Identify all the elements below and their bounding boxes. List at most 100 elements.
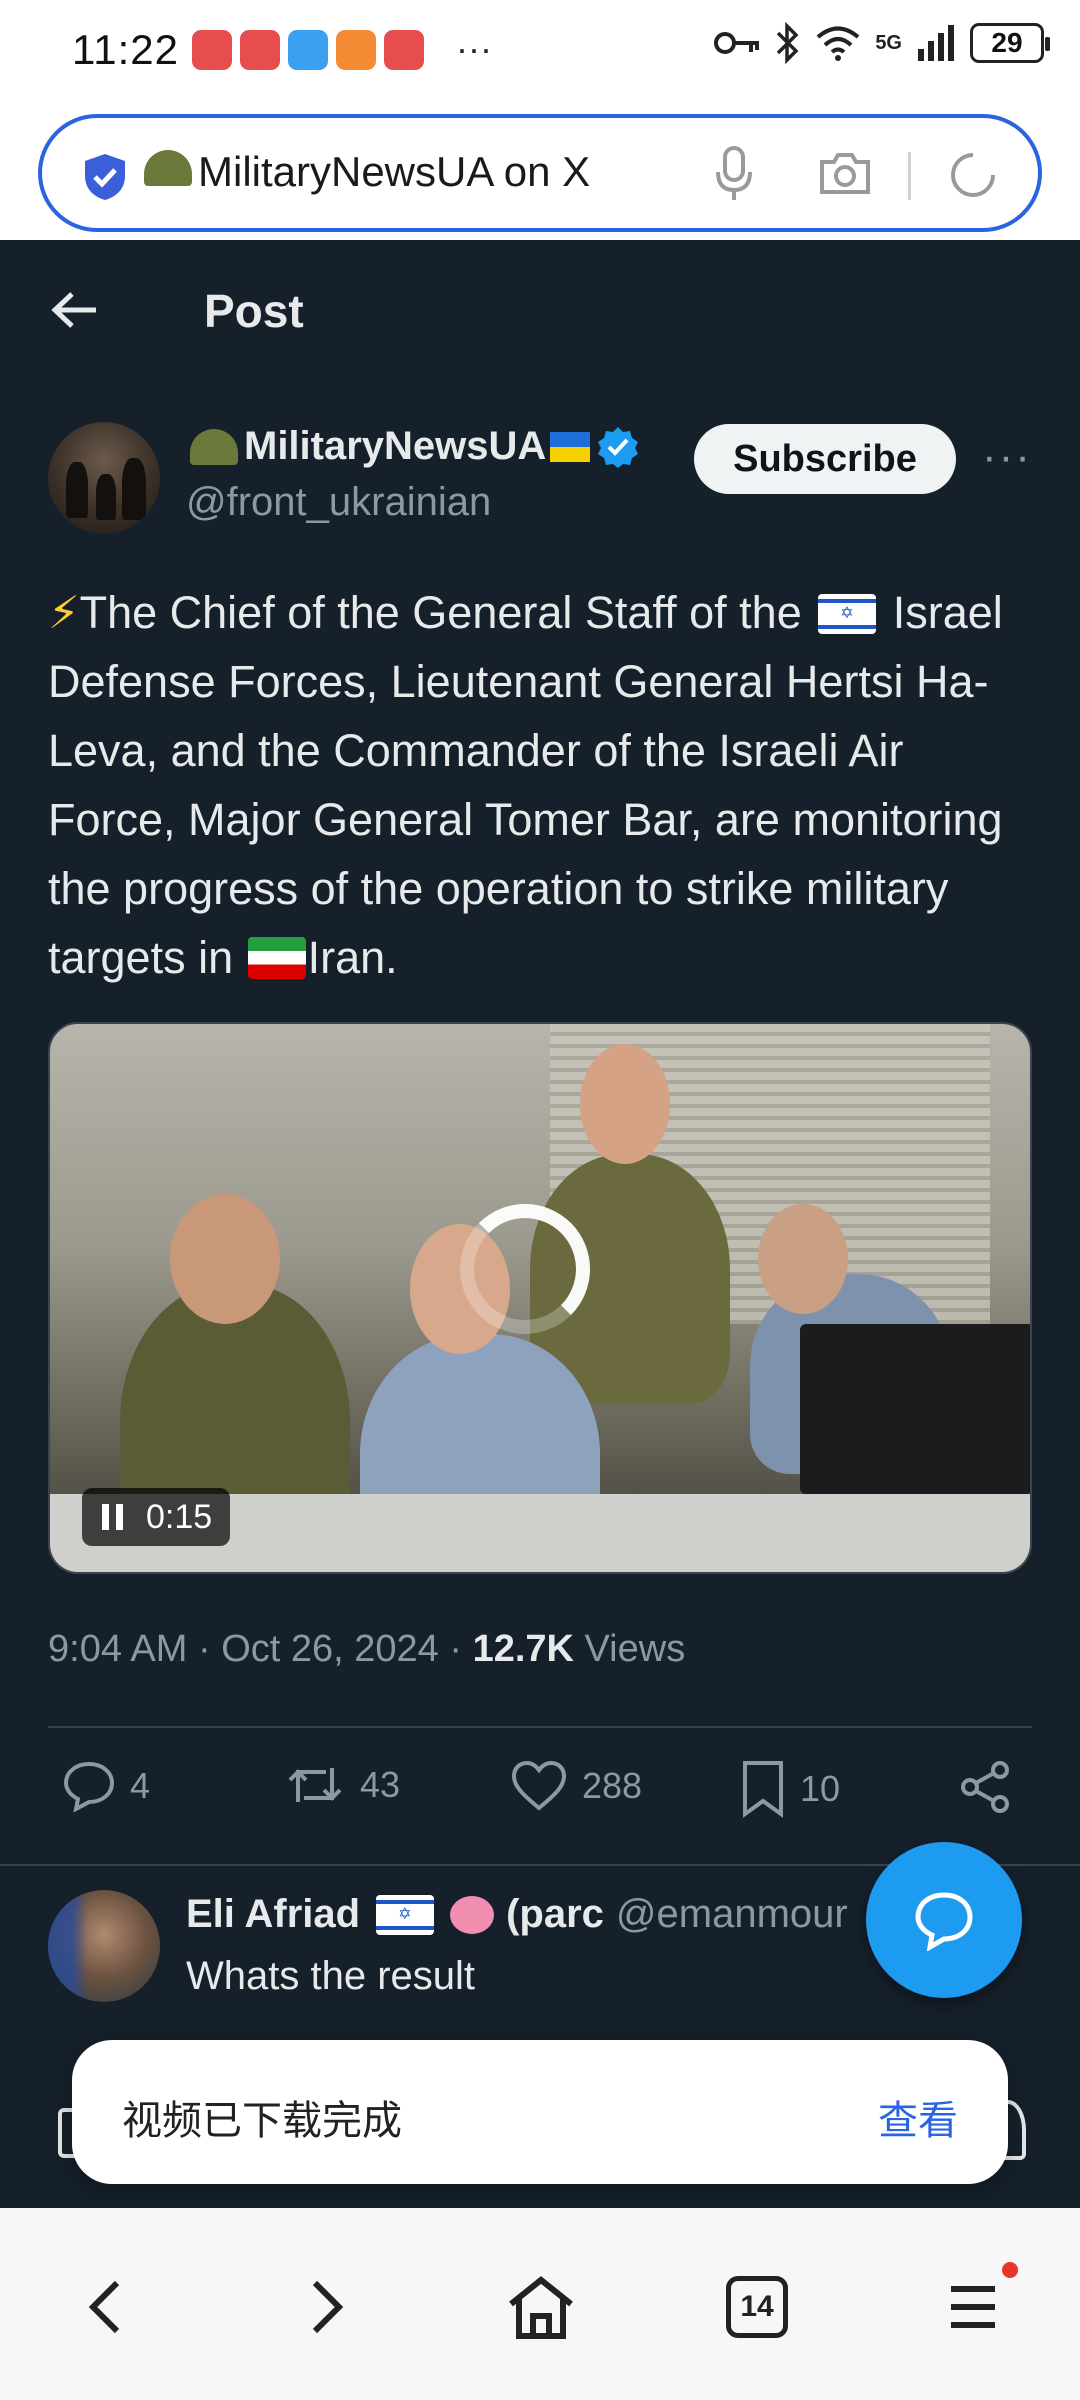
- share-button[interactable]: [958, 1760, 1012, 1814]
- status-right: 5G 29: [713, 22, 1050, 64]
- heart-icon: [511, 1760, 567, 1811]
- author-handle[interactable]: @front_ukrainian: [186, 480, 491, 525]
- video-app-icon: [336, 30, 376, 70]
- back-arrow-icon[interactable]: [50, 290, 98, 330]
- tabs-button[interactable]: 14: [712, 2262, 802, 2352]
- key-icon: [714, 32, 760, 54]
- video-figure: [758, 1204, 848, 1314]
- helmet-emoji: [144, 150, 192, 186]
- video-time: 0:15: [146, 1497, 213, 1536]
- loading-spinner-icon: [460, 1204, 590, 1334]
- red-app-icon: [384, 30, 424, 70]
- reply-bubble-icon: [915, 1892, 973, 1951]
- notification-icons: [192, 30, 424, 70]
- reply-icon: [63, 1761, 115, 1812]
- download-toast: 视频已下载完成 查看: [72, 2040, 1008, 2184]
- video-monitor: [800, 1324, 1030, 1494]
- bookmark-button[interactable]: 10: [740, 1760, 840, 1818]
- reply-author-suffix: (parc: [506, 1892, 604, 1936]
- reply-button[interactable]: 4: [62, 1760, 150, 1812]
- camera-icon[interactable]: [818, 150, 872, 196]
- chevron-left-icon: [88, 2280, 120, 2334]
- subscribe-button[interactable]: Subscribe: [694, 424, 956, 494]
- post-actions: 4 43 288 10: [0, 1760, 1080, 1840]
- url-text[interactable]: MilitaryNewsUA on X: [144, 148, 590, 196]
- reply-avatar[interactable]: [48, 1890, 160, 2002]
- bookmark-count: 10: [800, 1768, 841, 1809]
- browser-nav-bar: 14: [0, 2208, 1080, 2400]
- post-text-part-3: Iran.: [307, 932, 398, 983]
- reply-author-name: Eli Afriad: [186, 1892, 361, 1936]
- battery-indicator: 29: [970, 23, 1050, 63]
- address-bar[interactable]: MilitaryNewsUA on X: [38, 114, 1042, 232]
- views-label: Views: [573, 1628, 686, 1670]
- notification-dot: [1002, 2262, 1018, 2278]
- back-button[interactable]: [60, 2262, 150, 2352]
- more-options-icon[interactable]: ···: [982, 432, 1032, 482]
- like-button[interactable]: 288: [510, 1760, 642, 1812]
- post-metadata: 9:04 AM · Oct 26, 2024 · 12.7K Views: [48, 1628, 685, 1671]
- wifi-icon: [817, 26, 860, 61]
- views-count: 12.7K: [472, 1628, 574, 1670]
- author-name[interactable]: MilitaryNewsUA: [190, 424, 640, 469]
- helmet-emoji: [190, 428, 238, 465]
- status-time: 11:22: [72, 26, 179, 73]
- red-app-icon: [192, 30, 232, 70]
- post-header: Post: [0, 240, 1080, 390]
- repost-count: 43: [360, 1764, 401, 1805]
- battery-level: 29: [991, 27, 1023, 58]
- post-timestamp[interactable]: 9:04 AM · Oct 26, 2024 ·: [48, 1628, 473, 1670]
- ukraine-flag-icon: [550, 431, 591, 462]
- shield-icon[interactable]: [82, 152, 128, 202]
- israel-flag-icon: ✡: [818, 594, 877, 634]
- author-name-text: MilitaryNewsUA: [244, 424, 547, 468]
- video-figure: [170, 1194, 280, 1324]
- weather-app-icon: [288, 30, 328, 70]
- url-title: MilitaryNewsUA on X: [198, 148, 591, 195]
- divider: [48, 1726, 1032, 1728]
- microphone-icon[interactable]: [714, 146, 754, 202]
- israel-flag-icon: ✡: [376, 1894, 435, 1935]
- status-more: ···: [456, 28, 492, 69]
- like-count: 288: [582, 1765, 643, 1806]
- x-post-page: Post MilitaryNewsUA @front_ukrainian Sub…: [0, 240, 1080, 2208]
- signal-icon: [918, 25, 954, 61]
- home-button[interactable]: [496, 2262, 586, 2352]
- forward-button[interactable]: [282, 2262, 372, 2352]
- url-divider: [908, 152, 911, 200]
- browser-toolbar: MilitaryNewsUA on X: [0, 100, 1080, 240]
- reply-handle: @emanmour: [615, 1892, 848, 1936]
- toast-view-button[interactable]: 查看: [878, 2088, 958, 2146]
- reply-text: Whats the result: [186, 1954, 476, 1998]
- loading-icon[interactable]: [948, 150, 998, 200]
- brain-emoji: [450, 1895, 495, 1934]
- repost-icon: [288, 1768, 342, 1802]
- bluetooth-icon: [777, 22, 799, 64]
- menu-icon: [951, 2286, 995, 2328]
- page-title: Post: [204, 285, 304, 337]
- tabs-count: 14: [726, 2276, 788, 2338]
- network-type: 5G: [875, 31, 902, 54]
- status-bar: 11:22 ··· 5G 29: [0, 0, 1080, 100]
- pause-icon[interactable]: [100, 1502, 126, 1532]
- post-text: ⚡The Chief of the General Staff of the ✡…: [48, 578, 1038, 992]
- video-player[interactable]: 0:15: [48, 1022, 1032, 1574]
- video-figure: [580, 1044, 670, 1164]
- author-avatar[interactable]: [48, 422, 160, 534]
- video-controls[interactable]: 0:15: [82, 1488, 231, 1546]
- share-icon: [961, 1761, 1009, 1813]
- bookmark-icon: [743, 1761, 783, 1818]
- reply-author[interactable]: Eli Afriad ✡ (parc @emanmour: [186, 1892, 848, 1937]
- post-text-part-1: The Chief of the General Staff of the: [79, 587, 802, 638]
- red-app-icon: [240, 30, 280, 70]
- home-icon: [509, 2276, 573, 2339]
- iran-flag-icon: [247, 937, 306, 979]
- reply-count: 4: [130, 1765, 151, 1806]
- post-text-part-2: Israel Defense Forces, Lieutenant Genera…: [48, 587, 1003, 983]
- toast-message: 视频已下载完成: [122, 2098, 402, 2144]
- verified-badge-icon: [598, 426, 639, 468]
- compose-reply-button[interactable]: [866, 1842, 1022, 1998]
- lightning-emoji: ⚡: [48, 587, 80, 638]
- chevron-right-icon: [312, 2280, 344, 2334]
- repost-button[interactable]: 43: [284, 1760, 400, 1810]
